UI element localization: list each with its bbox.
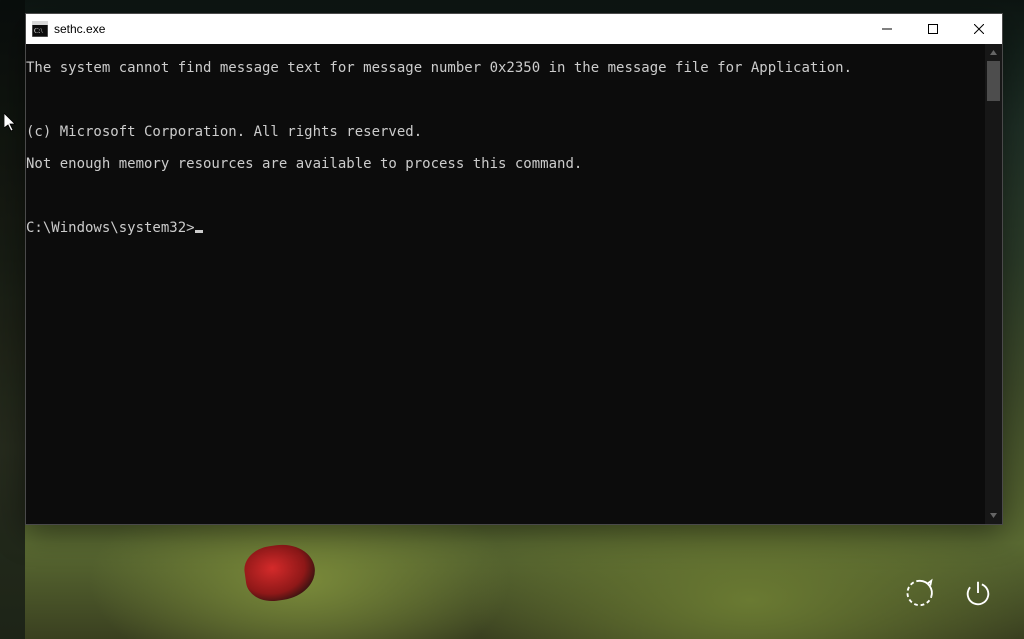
- close-button[interactable]: [956, 14, 1002, 44]
- titlebar[interactable]: C:\ sethc.exe: [26, 14, 1002, 44]
- minimize-button[interactable]: [864, 14, 910, 44]
- console-prompt: C:\Windows\system32>: [26, 220, 195, 236]
- console-line: Not enough memory resources are availabl…: [26, 156, 985, 172]
- svg-text:C:\: C:\: [34, 27, 43, 35]
- scrollbar-track[interactable]: [985, 61, 1002, 507]
- cmd-icon: C:\: [32, 21, 48, 37]
- ease-of-access-button[interactable]: [900, 573, 940, 613]
- power-button[interactable]: [958, 573, 998, 613]
- console-client-area: The system cannot find message text for …: [26, 44, 1002, 524]
- scroll-down-button[interactable]: [985, 507, 1002, 524]
- desktop-background: C:\ sethc.exe The system cannot find mes…: [0, 0, 1024, 639]
- background-scenery: [242, 540, 319, 604]
- scroll-up-button[interactable]: [985, 44, 1002, 61]
- console-prompt-line: C:\Windows\system32>: [26, 220, 985, 236]
- vertical-scrollbar[interactable]: [985, 44, 1002, 524]
- scrollbar-thumb[interactable]: [987, 61, 1000, 101]
- lockscreen-system-icons: [900, 573, 998, 613]
- console-output[interactable]: The system cannot find message text for …: [26, 44, 985, 524]
- maximize-button[interactable]: [910, 14, 956, 44]
- background-scenery: [0, 0, 25, 639]
- text-cursor: [195, 230, 203, 233]
- console-line: [26, 92, 985, 108]
- console-line: [26, 188, 985, 204]
- console-line: The system cannot find message text for …: [26, 60, 985, 76]
- window-title: sethc.exe: [54, 22, 105, 36]
- console-window: C:\ sethc.exe The system cannot find mes…: [25, 13, 1003, 525]
- console-line: (c) Microsoft Corporation. All rights re…: [26, 124, 985, 140]
